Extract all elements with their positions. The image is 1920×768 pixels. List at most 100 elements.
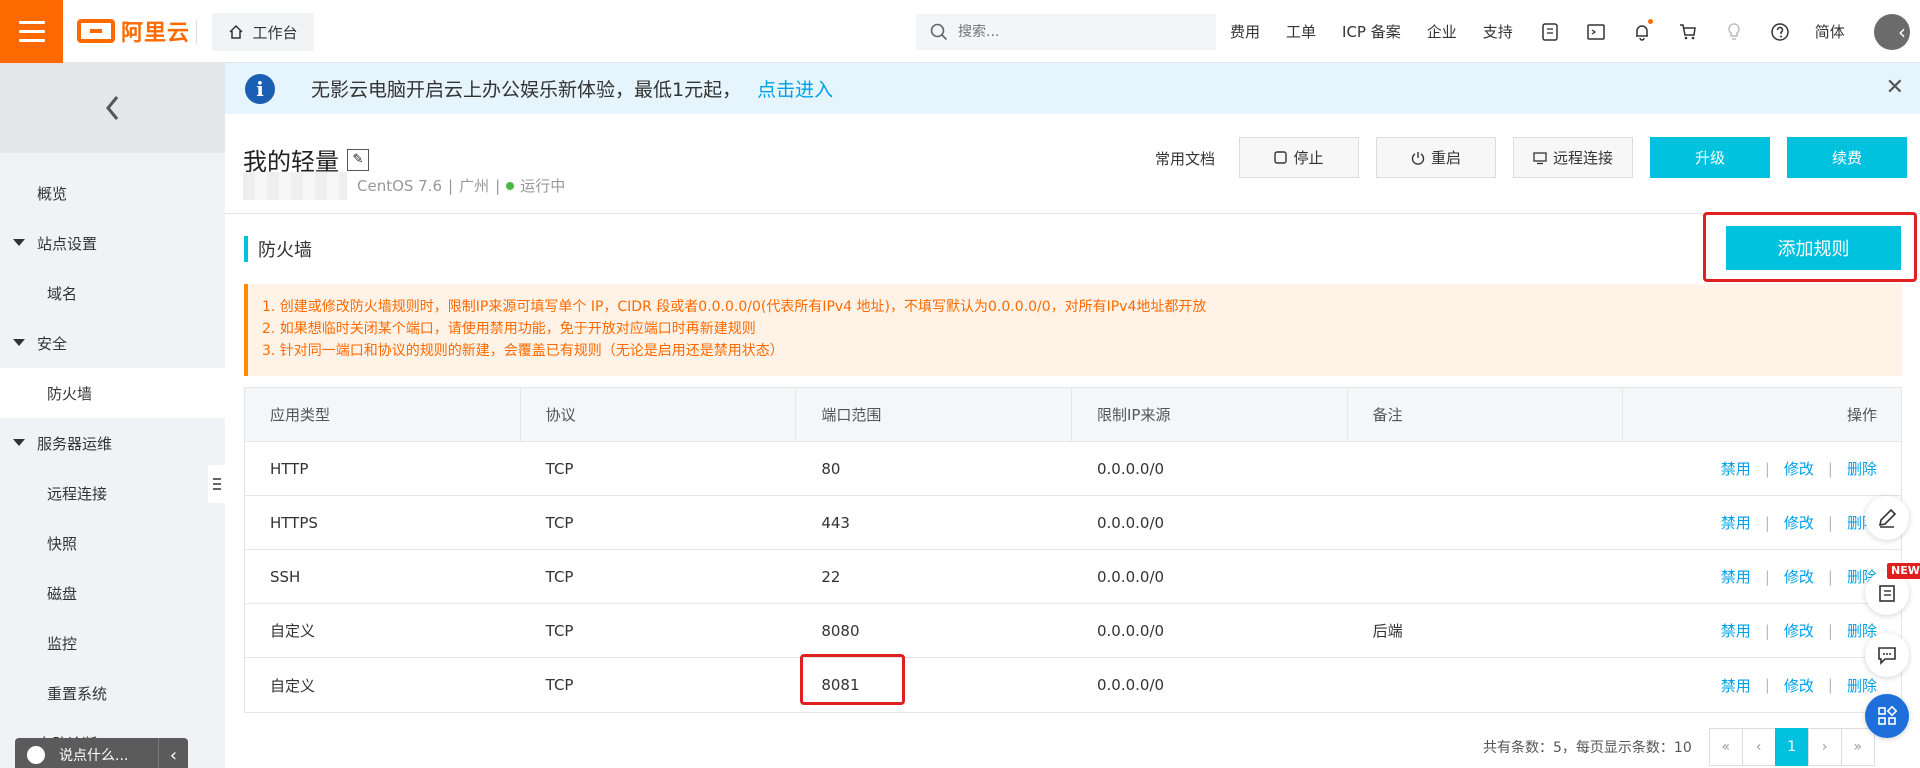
cell-app: HTTPS [270, 513, 318, 532]
top-nav: 费用 工单 ICP 备案 企业 支持 简体 [1230, 0, 1871, 63]
renew-label: 续费 [1831, 149, 1862, 167]
list-icon [212, 478, 221, 490]
pagination: 共有条数：5，每页显示条数：10 « ‹ 1 › » [1483, 728, 1875, 766]
close-icon[interactable]: ✕ [1886, 75, 1904, 100]
sidebar-group-server-ops[interactable]: 服务器运维 [0, 418, 225, 468]
cell-port: 443 [821, 513, 850, 532]
apps-button[interactable] [1865, 694, 1909, 738]
sidebar-item-domain[interactable]: 域名 [0, 268, 225, 318]
sidebar-drawer-handle[interactable] [208, 465, 225, 503]
language-switch[interactable]: 简体 [1815, 21, 1845, 42]
sidebar-item-label: 概览 [37, 184, 68, 203]
column-header: 协议 [521, 388, 797, 441]
firewall-title: 防火墙 [258, 240, 312, 261]
nav-enterprise[interactable]: 企业 [1427, 21, 1457, 42]
op-separator: | [1827, 567, 1833, 586]
cell-port: 22 [821, 567, 841, 586]
sidebar-item-label: 重置系统 [47, 684, 108, 703]
delete-link[interactable]: 删除 [1847, 458, 1877, 479]
sidebar-group-security[interactable]: 安全 [0, 318, 225, 368]
disable-link[interactable]: 禁用 [1721, 620, 1751, 641]
cell-ops: 禁用 | 修改 | 删除 [1623, 604, 1901, 657]
nav-fees[interactable]: 费用 [1230, 21, 1260, 42]
delete-link[interactable]: 删除 [1847, 675, 1877, 696]
nav-support[interactable]: 支持 [1483, 21, 1513, 42]
chevron-left-icon[interactable]: ‹ [158, 738, 188, 768]
modify-link[interactable]: 修改 [1784, 458, 1814, 479]
bell-icon[interactable] [1631, 18, 1653, 43]
first-page-button[interactable]: « [1708, 728, 1743, 766]
next-page-button[interactable]: › [1807, 728, 1842, 766]
chat-bar[interactable]: 说点什么... ‹ [15, 738, 188, 768]
nav-tickets[interactable]: 工单 [1286, 21, 1316, 42]
prev-page-button[interactable]: ‹ [1741, 728, 1776, 766]
table-header: 应用类型 协议 端口范围 限制IP来源 备注 操作 [245, 388, 1901, 442]
sidebar-item-firewall[interactable]: 防火墙 [0, 368, 225, 418]
caret-down-icon [13, 439, 25, 446]
docs-link[interactable]: 常用文档 [1155, 148, 1215, 169]
modify-link[interactable]: 修改 [1784, 512, 1814, 533]
info-icon: i [245, 73, 275, 104]
header-divider [225, 213, 1920, 214]
last-page-button[interactable]: » [1840, 728, 1875, 766]
modify-link[interactable]: 修改 [1784, 675, 1814, 696]
disable-link[interactable]: 禁用 [1721, 566, 1751, 587]
terminal-icon[interactable] [1585, 21, 1607, 43]
aliyun-logo[interactable]: 阿里云 [77, 16, 190, 46]
cell-protocol: TCP [545, 621, 574, 640]
cell-source: 0.0.0.0/0 [1096, 513, 1165, 532]
sidebar-item-disk[interactable]: 磁盘 [0, 568, 225, 618]
renew-button[interactable]: 续费 [1787, 137, 1907, 178]
search-input[interactable] [958, 24, 1198, 40]
help-icon[interactable] [1769, 21, 1791, 43]
op-separator: | [1827, 459, 1833, 478]
edit-icon[interactable]: ✎ [347, 148, 369, 171]
workbench-button[interactable]: 工作台 [212, 13, 314, 51]
restart-button[interactable]: 重启 [1376, 137, 1496, 178]
cart-icon[interactable] [1677, 21, 1699, 43]
upgrade-button[interactable]: 升级 [1650, 137, 1770, 178]
tip-line: 3. 针对同一端口和协议的规则的新建，会覆盖已有规则（无论是启用还是禁用状态） [262, 343, 784, 359]
sidebar-collapse-button[interactable] [0, 63, 225, 153]
sidebar-group-site-settings[interactable]: 站点设置 [0, 218, 225, 268]
os-label: CentOS 7.6 [357, 176, 443, 195]
menu-icon[interactable] [0, 0, 63, 63]
cell-app: HTTP [270, 459, 309, 478]
sidebar-item-reset[interactable]: 重置系统 [0, 668, 225, 718]
disable-link[interactable]: 禁用 [1721, 458, 1751, 479]
sidebar-item-label: 安全 [37, 334, 68, 353]
column-header: 操作 [1846, 406, 1877, 424]
disable-link[interactable]: 禁用 [1721, 675, 1751, 696]
sidebar-item-monitor[interactable]: 监控 [0, 618, 225, 668]
avatar[interactable] [1874, 14, 1910, 50]
highlight-box [800, 654, 905, 705]
remote-connect-button[interactable]: 远程连接 [1513, 137, 1633, 178]
sidebar-item-label: 服务器运维 [37, 434, 113, 453]
sidebar-item-remote[interactable]: 远程连接 [0, 468, 225, 518]
modify-link[interactable]: 修改 [1784, 620, 1814, 641]
sidebar-item-label: 防火墙 [47, 384, 93, 403]
op-separator: | [1764, 459, 1770, 478]
instance-info: CentOS 7.6 | 广州 | 运行中 [357, 175, 565, 196]
search-box[interactable] [916, 14, 1216, 50]
feedback-edit-button[interactable] [1865, 496, 1909, 540]
cell-source: 0.0.0.0/0 [1096, 459, 1165, 478]
nav-icp[interactable]: ICP 备案 [1342, 21, 1401, 42]
notice-link[interactable]: 点击进入 [757, 75, 833, 102]
current-page[interactable]: 1 [1774, 728, 1809, 766]
cell-ops: 禁用 | 修改 | 删除 [1623, 550, 1901, 603]
cell-protocol: TCP [545, 513, 574, 532]
api-icon[interactable] [1539, 21, 1561, 43]
modify-link[interactable]: 修改 [1784, 566, 1814, 587]
sidebar-item-overview[interactable]: 概览 [0, 168, 225, 218]
lightbulb-icon[interactable] [1723, 21, 1745, 43]
disable-link[interactable]: 禁用 [1721, 512, 1751, 533]
stop-button[interactable]: 停止 [1239, 137, 1359, 178]
chat-support-button[interactable] [1865, 633, 1909, 677]
status-label: 运行中 [520, 177, 566, 195]
sidebar: 概览 站点设置 域名 安全 防火墙 服务器运维 远程连接 快照 磁盘 监控 重置… [0, 63, 225, 768]
sidebar-item-snapshot[interactable]: 快照 [0, 518, 225, 568]
pager-summary: 共有条数：5，每页显示条数：10 [1483, 740, 1692, 756]
firewall-table: 应用类型 协议 端口范围 限制IP来源 备注 操作 HTTP TCP 80 0.… [244, 387, 1902, 713]
cell-note [1348, 496, 1624, 549]
